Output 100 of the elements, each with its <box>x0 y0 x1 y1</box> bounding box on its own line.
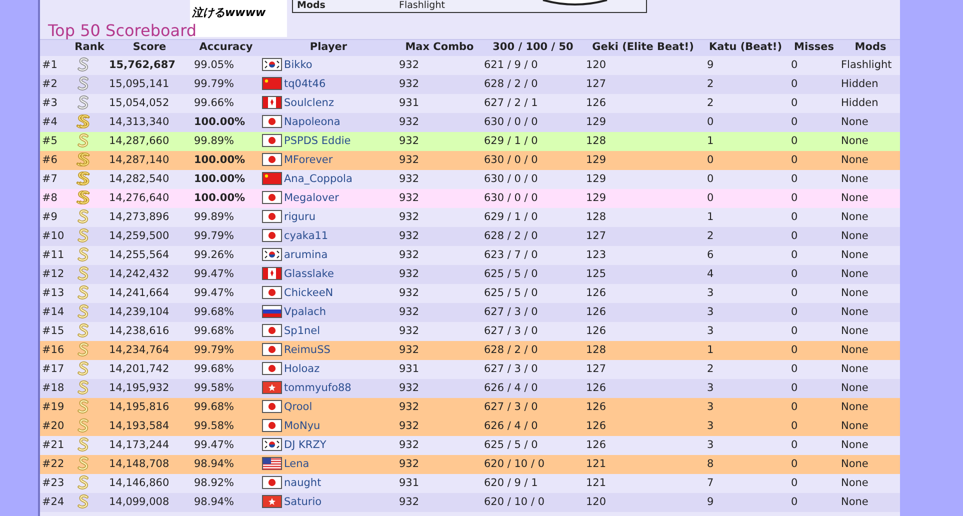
rank-number: #16 <box>42 344 64 356</box>
hit-counts-text: 625 / 5 / 0 <box>484 286 538 299</box>
accuracy-text: 99.79% <box>194 230 234 242</box>
mods-text: None <box>841 362 868 375</box>
rank-number: #6 <box>42 154 58 166</box>
katu-text: 1 <box>707 344 714 356</box>
rank-number: #9 <box>42 210 58 223</box>
katu-text: 9 <box>707 58 714 71</box>
accuracy-text: 99.47% <box>194 286 234 299</box>
mods-text: None <box>841 286 868 299</box>
player-link[interactable]: Glasslake <box>284 268 334 280</box>
max-combo-text: 932 <box>399 268 420 280</box>
player-link[interactable]: arumina <box>284 248 328 261</box>
hit-counts-text: 625 / 5 / 0 <box>484 438 538 451</box>
misses-text: 0 <box>791 476 798 489</box>
max-combo-text: 932 <box>399 458 420 470</box>
hit-counts-text: 627 / 3 / 0 <box>484 362 538 375</box>
rank-number: #24 <box>42 496 64 508</box>
score-text: 14,259,500 <box>109 230 170 242</box>
column-header: Katu (Beat!) <box>702 40 789 56</box>
mods-text: None <box>841 382 868 394</box>
player-link[interactable]: Bikko <box>284 58 312 71</box>
mods-text: None <box>841 324 868 337</box>
geki-text: 126 <box>586 438 606 451</box>
accuracy-text: 100.00% <box>194 172 246 185</box>
accuracy-text: 98.92% <box>194 476 234 489</box>
player-link[interactable]: Sp1nel <box>284 324 320 337</box>
misses-text: 0 <box>791 78 798 90</box>
geki-text: 126 <box>586 400 606 413</box>
mods-text: None <box>841 400 868 413</box>
katu-text: 1 <box>707 210 714 223</box>
katu-text: 2 <box>707 96 714 109</box>
accuracy-text: 99.66% <box>194 96 234 109</box>
score-text: 14,273,896 <box>109 210 170 223</box>
misses-text: 0 <box>791 268 798 280</box>
geki-text: 128 <box>586 210 606 223</box>
rank-number: #17 <box>42 362 64 375</box>
geki-text: 129 <box>586 116 606 128</box>
score-text: 14,234,764 <box>109 344 170 356</box>
max-combo-text: 932 <box>399 420 420 432</box>
hit-counts-text: 620 / 10 / 0 <box>484 496 545 508</box>
mods-text: None <box>841 230 868 242</box>
player-link[interactable]: ReimuSS <box>284 344 330 356</box>
geki-text: 129 <box>586 172 606 185</box>
player-link[interactable]: Soulclenz <box>284 96 334 109</box>
accuracy-text: 99.68% <box>194 400 234 413</box>
rank-number: #14 <box>42 306 64 318</box>
player-link[interactable]: MForever <box>284 154 333 166</box>
player-link[interactable]: cyaka11 <box>284 230 328 242</box>
player-link[interactable]: PSPDS Eddie <box>284 134 351 147</box>
rank-number: #18 <box>42 382 64 394</box>
hit-counts-text: 623 / 7 / 0 <box>484 248 538 261</box>
player-link[interactable]: Napoleona <box>284 116 340 128</box>
geki-text: 129 <box>586 192 606 204</box>
rank-number: #10 <box>42 230 64 242</box>
scoreboard-title: Top 50 Scoreboard <box>48 20 197 42</box>
score-text: 14,195,932 <box>109 382 170 394</box>
geki-text: 123 <box>586 248 606 261</box>
mods-text: None <box>841 116 868 128</box>
player-link[interactable]: ChickeeN <box>284 286 334 299</box>
misses-text: 0 <box>791 192 798 204</box>
geki-text: 126 <box>586 96 606 109</box>
column-header: Mods <box>839 40 900 56</box>
player-link[interactable]: DJ KRZY <box>284 438 326 451</box>
max-combo-text: 932 <box>399 58 420 71</box>
score-text: 14,201,742 <box>109 362 170 375</box>
player-link[interactable]: naught <box>284 476 322 489</box>
rank-number: #19 <box>42 400 64 413</box>
misses-text: 0 <box>791 400 798 413</box>
player-link[interactable]: Saturio <box>284 496 322 508</box>
player-link[interactable]: tq04t46 <box>284 78 326 90</box>
player-link[interactable]: Ana_Coppola <box>284 172 352 185</box>
score-text: 15,054,052 <box>109 96 170 109</box>
score-text: 14,287,140 <box>109 154 170 166</box>
player-link[interactable]: Megalover <box>284 192 339 204</box>
score-text: 14,282,540 <box>109 172 170 185</box>
max-combo-text: 932 <box>399 344 420 356</box>
player-link[interactable]: Lena <box>284 458 310 470</box>
mods-label: Mods <box>297 0 326 12</box>
katu-text: 3 <box>707 382 714 394</box>
hit-counts-text: 627 / 3 / 0 <box>484 400 538 413</box>
rank-number: #1 <box>42 58 58 71</box>
max-combo-text: 931 <box>399 96 420 109</box>
hit-counts-text: 630 / 0 / 0 <box>484 116 538 128</box>
katu-text: 2 <box>707 230 714 242</box>
rank-number: #22 <box>42 458 64 470</box>
player-link[interactable]: riguru <box>284 210 316 223</box>
player-link[interactable]: tommyufo88 <box>284 382 352 394</box>
player-link[interactable]: MoNyu <box>284 420 320 432</box>
player-link[interactable]: Vpalach <box>284 306 326 318</box>
max-combo-text: 932 <box>399 496 420 508</box>
max-combo-text: 932 <box>399 230 420 242</box>
accuracy-text: 100.00% <box>194 116 246 128</box>
accuracy-text: 99.58% <box>194 420 234 432</box>
player-link[interactable]: Holoaz <box>284 362 320 375</box>
misses-text: 0 <box>791 286 798 299</box>
katu-text: 8 <box>707 458 714 470</box>
misses-text: 0 <box>791 58 798 71</box>
player-link[interactable]: Qrool <box>284 400 312 413</box>
mods-text: None <box>841 172 868 185</box>
